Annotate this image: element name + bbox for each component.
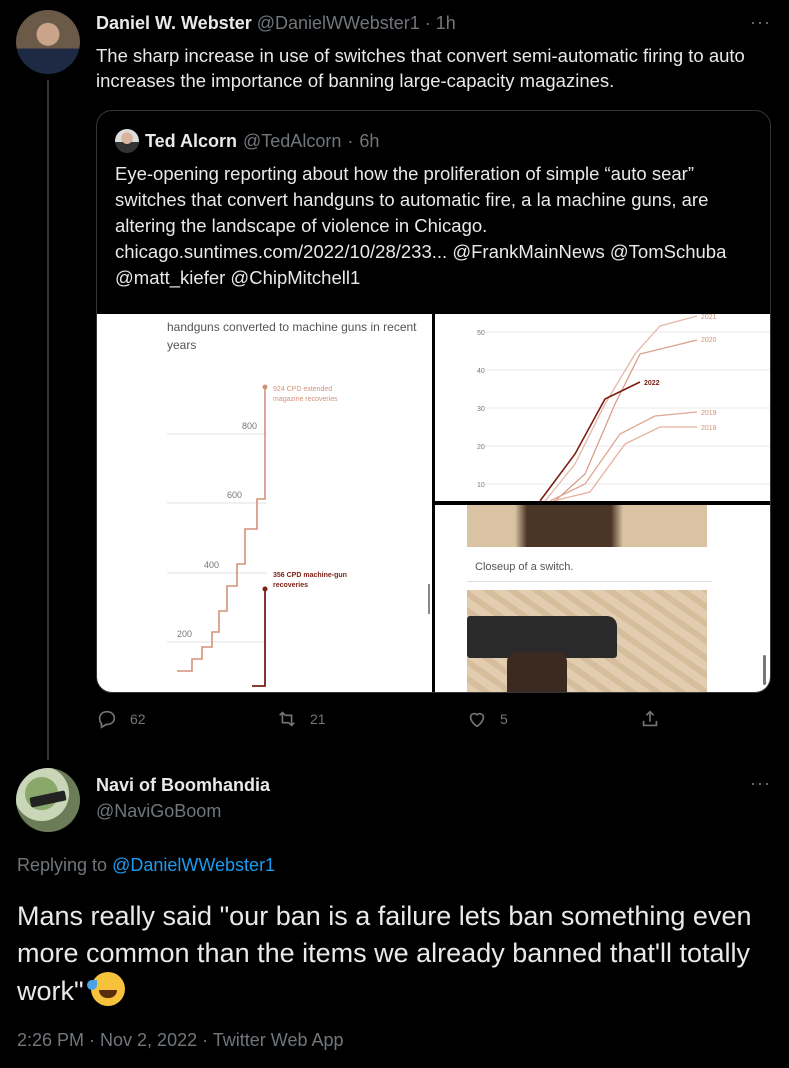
tweet-header: Daniel W. Webster @DanielWWebster1 · 1h (96, 13, 456, 34)
retweet-button[interactable]: 21 (276, 708, 326, 730)
avatar[interactable] (16, 768, 80, 832)
retweet-icon (279, 711, 295, 727)
reply-icon (98, 710, 116, 729)
tweet-text: The sharp increase in use of switches th… (96, 45, 745, 91)
divider (467, 581, 712, 582)
avatar (115, 129, 139, 153)
series-label: 2018 (701, 425, 717, 432)
photo-caption: Closeup of a switch. (475, 561, 574, 573)
tick-label: 200 (177, 629, 192, 639)
series-2022 (539, 381, 641, 501)
avatar[interactable] (16, 10, 80, 74)
author-name: Ted Alcorn (145, 130, 238, 151)
yearly-chart: 50 40 30 20 10 2021 2020 2022 2019 2018 (477, 314, 770, 501)
scrollbar[interactable] (763, 655, 766, 685)
timestamp: 6h (359, 130, 380, 151)
series-2019 (549, 411, 698, 501)
handgun-grip (507, 652, 567, 692)
heart-icon (469, 712, 485, 728)
series-label: 924 CPD extended (273, 386, 332, 393)
media-chart-yearly[interactable]: 50 40 30 20 10 2021 2020 2022 2019 2018 (435, 314, 770, 501)
tick-label: 50 (477, 330, 485, 337)
tick-label: 800 (242, 421, 257, 431)
author-name[interactable]: Navi of Boomhandia (96, 775, 270, 796)
like-count: 5 (500, 711, 508, 727)
series-end-point (262, 586, 268, 592)
series-label: 2021 (701, 314, 717, 321)
tweet-meta[interactable]: 2:26 PM · Nov 2, 2022 · Twitter Web App (17, 1030, 344, 1051)
rolling-on-floor-laughing-icon (87, 972, 126, 1006)
media-photo-switch[interactable]: Closeup of a switch. (435, 505, 770, 692)
series-label: magazine recoveries (273, 396, 338, 403)
tick-label: 10 (477, 482, 485, 489)
tweet-text: Mans really said "our ban is a failure l… (17, 898, 757, 1010)
quoted-tweet-header: Ted Alcorn @TedAlcorn · 6h (115, 129, 379, 153)
tick-label: 40 (477, 368, 485, 375)
reply-count: 62 (130, 711, 146, 727)
tick-label: 20 (477, 444, 485, 451)
tick-label: 400 (204, 560, 219, 570)
media-chart-recoveries[interactable]: handguns converted to machine guns in re… (97, 314, 432, 692)
like-button[interactable]: 5 (466, 708, 508, 730)
separator: · (424, 13, 431, 33)
handgun-photo (467, 590, 707, 692)
separator: · (347, 130, 354, 151)
quoted-body: Eye-opening reporting about how the prol… (115, 163, 709, 236)
switch-photo-top (467, 505, 707, 547)
author-handle: @TedAlcorn (243, 130, 342, 151)
media-grid: handguns converted to machine guns in re… (97, 314, 770, 692)
series-label: 2019 (701, 410, 717, 417)
author-name[interactable]: Daniel W. Webster (96, 13, 252, 33)
quoted-link[interactable]: chicago.suntimes.com/2022/10/28/233... (115, 241, 447, 262)
replying-mention-link[interactable]: @DanielWWebster1 (112, 855, 275, 875)
machine-gun-line (252, 589, 266, 687)
series-label: 2022 (644, 380, 660, 387)
replying-to: Replying to @DanielWWebster1 (17, 855, 275, 876)
tick-label: 30 (477, 406, 485, 413)
series-label: 356 CPD machine-gun (273, 572, 347, 579)
quoted-tweet[interactable]: Ted Alcorn @TedAlcorn · 6h Eye-opening r… (96, 110, 771, 693)
tweet-actions: 62 21 5 (96, 708, 671, 738)
thread-connector-line (47, 80, 49, 760)
series-2020 (554, 339, 698, 501)
tweet-body: Mans really said "our ban is a failure l… (17, 901, 752, 1006)
series-label: 2020 (701, 337, 717, 344)
author-handle[interactable]: @DanielWWebster1 (257, 13, 420, 33)
author-handle[interactable]: @NaviGoBoom (96, 801, 221, 822)
scrollbar (428, 584, 430, 614)
share-icon (642, 710, 658, 727)
retweet-count: 21 (310, 711, 326, 727)
more-horizontal-icon[interactable]: ··· (750, 773, 771, 794)
tick-label: 600 (227, 490, 242, 500)
recoveries-chart: 800 600 400 200 924 CPD extended magazin… (167, 384, 430, 687)
series-label: recoveries (273, 582, 308, 589)
quoted-tweet-text: Eye-opening reporting about how the prol… (115, 161, 760, 291)
timestamp[interactable]: 1h (436, 13, 456, 33)
series-end-point (262, 384, 268, 390)
reply-button[interactable]: 62 (96, 708, 146, 730)
replying-prefix: Replying to (17, 855, 108, 875)
share-button[interactable] (639, 708, 661, 730)
more-horizontal-icon[interactable]: ··· (750, 12, 771, 33)
